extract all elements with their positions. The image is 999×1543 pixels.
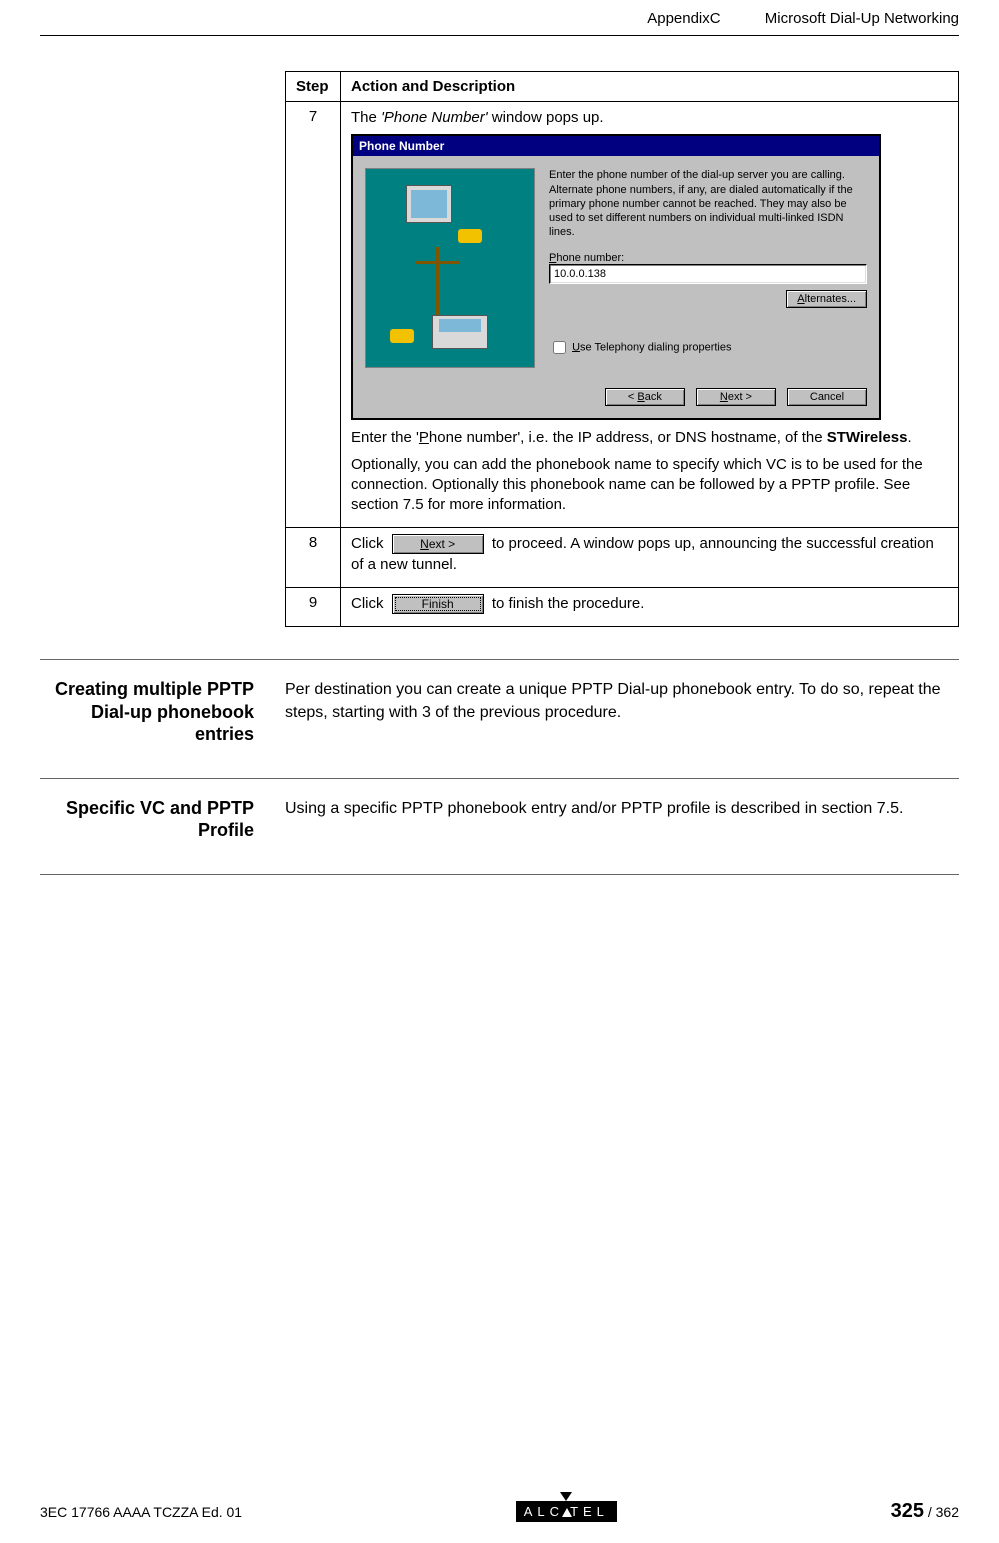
divider bbox=[40, 778, 959, 779]
section-heading: Creating multiple PPTP Dial-up phonebook… bbox=[40, 678, 260, 746]
section-vc-profile: Specific VC and PPTP Profile Using a spe… bbox=[40, 797, 959, 842]
page-footer: 3EC 17766 AAAA TCZZA Ed. 01 ALCTEL 325 /… bbox=[40, 1500, 959, 1523]
step-number: 9 bbox=[286, 587, 341, 626]
divider bbox=[40, 874, 959, 875]
col-action: Action and Description bbox=[341, 72, 959, 102]
pole-cross-icon bbox=[416, 261, 460, 264]
section-body: Using a specific PPTP phonebook entry an… bbox=[285, 797, 959, 842]
step8-text: Click Next > to proceed. A window pops u… bbox=[351, 534, 948, 575]
alcatel-logo: ALCTEL bbox=[516, 1501, 617, 1522]
cancel-button[interactable]: Cancel bbox=[787, 388, 867, 406]
col-step: Step bbox=[286, 72, 341, 102]
table-row: 9 Click Finish to finish the procedure. bbox=[286, 587, 959, 626]
alternates-button[interactable]: Alternates... bbox=[786, 290, 867, 308]
next-button-inline[interactable]: Next > bbox=[392, 534, 484, 554]
section-heading: Specific VC and PPTP Profile bbox=[40, 797, 260, 842]
use-telephony-checkbox[interactable]: Use Telephony dialing properties bbox=[549, 338, 867, 357]
step9-text: Click Finish to finish the procedure. bbox=[351, 594, 948, 614]
finish-button-inline[interactable]: Finish bbox=[392, 594, 484, 614]
table-row: 8 Click Next > to proceed. A window pops… bbox=[286, 528, 959, 588]
header-appendix: AppendixC bbox=[647, 10, 720, 27]
triangle-icon bbox=[560, 1492, 572, 1501]
steps-table: Step Action and Description 7 The 'Phone… bbox=[285, 71, 959, 627]
pole-icon bbox=[436, 247, 439, 317]
divider bbox=[40, 659, 959, 660]
back-button[interactable]: < Back bbox=[605, 388, 685, 406]
step7-instruction-1: Enter the 'Phone number', i.e. the IP ad… bbox=[351, 428, 948, 448]
header-title: Microsoft Dial-Up Networking bbox=[765, 10, 959, 27]
phone-number-input[interactable] bbox=[549, 264, 867, 284]
dialog-title: Phone Number bbox=[353, 136, 879, 156]
phone-number-dialog: Phone Number bbox=[351, 134, 881, 420]
phone-icon bbox=[458, 229, 482, 243]
doc-reference: 3EC 17766 AAAA TCZZA Ed. 01 bbox=[40, 1504, 242, 1520]
laptop-icon bbox=[432, 315, 488, 349]
phone-number-label: Phone number: bbox=[549, 252, 867, 264]
step7-instruction-2: Optionally, you can add the phonebook na… bbox=[351, 455, 948, 516]
step-number: 7 bbox=[286, 102, 341, 528]
dialog-illustration bbox=[365, 168, 535, 368]
page-number: 325 / 362 bbox=[891, 1500, 959, 1523]
table-row: 7 The 'Phone Number' window pops up. Pho… bbox=[286, 102, 959, 528]
step-number: 8 bbox=[286, 528, 341, 588]
monitor-icon bbox=[406, 185, 452, 223]
step7-intro: The 'Phone Number' window pops up. bbox=[351, 108, 948, 128]
page-header: AppendixC Microsoft Dial-Up Networking bbox=[40, 0, 959, 36]
phone-icon bbox=[390, 329, 414, 343]
use-telephony-input[interactable] bbox=[553, 341, 566, 354]
dialog-blurb: Enter the phone number of the dial-up se… bbox=[549, 168, 867, 239]
section-body: Per destination you can create a unique … bbox=[285, 678, 959, 746]
section-multiple-entries: Creating multiple PPTP Dial-up phonebook… bbox=[40, 678, 959, 746]
next-button[interactable]: Next > bbox=[696, 388, 776, 406]
